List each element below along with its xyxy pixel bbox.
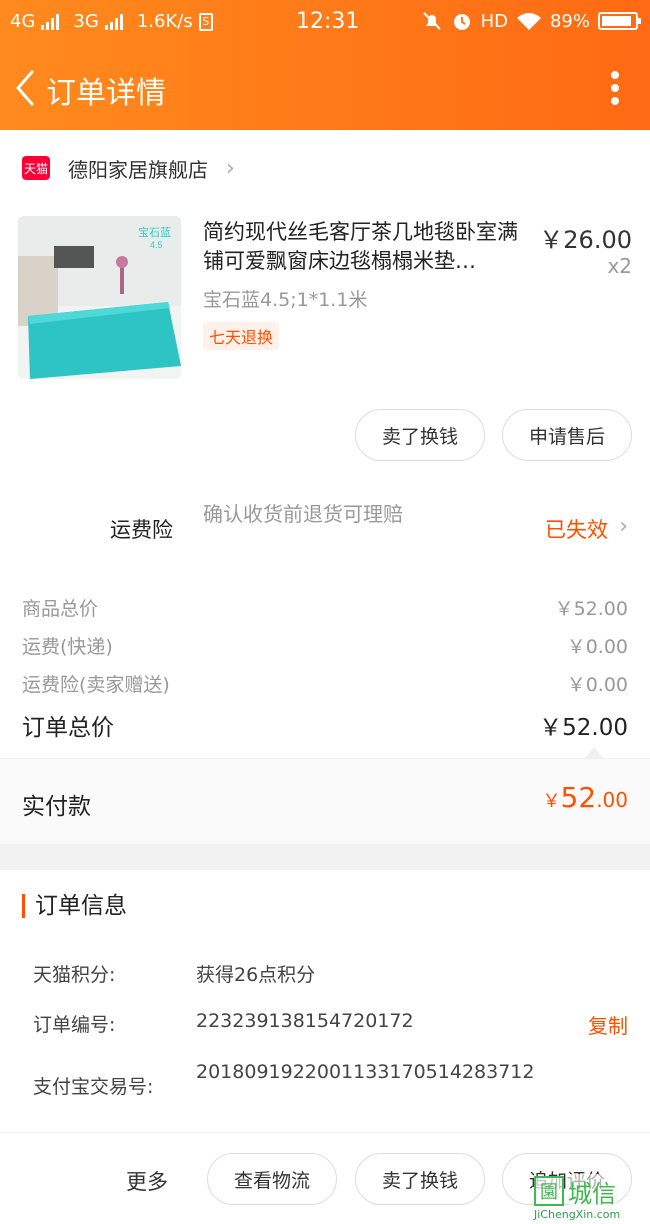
chevron-right-icon[interactable]: › bbox=[619, 514, 628, 539]
section-divider bbox=[0, 844, 650, 870]
hd-indicator: HD bbox=[480, 10, 508, 32]
order-info-title: 订单信息 bbox=[22, 894, 127, 918]
fee-row-goods-total: 商品总价 ￥52.00 bbox=[22, 594, 628, 621]
shipping-insurance-label: 运费险 bbox=[110, 518, 173, 542]
order-total-row: 订单总价 ￥52.00 bbox=[22, 708, 628, 742]
shop-row[interactable]: 天猫 德阳家居旗舰店 › bbox=[22, 152, 235, 184]
status-bar: 4G 3G 1.6K/s S 12:31 HD 89% bbox=[0, 0, 650, 44]
shop-name: 德阳家居旗舰店 bbox=[68, 157, 208, 182]
tmall-badge-icon: 天猫 bbox=[22, 156, 50, 180]
fee-value: ￥52.00 bbox=[554, 598, 628, 620]
sim-icon: S bbox=[198, 12, 213, 31]
mute-bell-icon bbox=[422, 12, 441, 30]
back-arrow-icon[interactable] bbox=[12, 68, 40, 108]
network-speed: 1.6K/s bbox=[136, 11, 193, 32]
more-menu-icon[interactable] bbox=[610, 70, 620, 106]
status-time: 12:31 bbox=[296, 9, 360, 34]
watermark-logo-icon: 園 bbox=[534, 1176, 564, 1206]
alipay-trade-number-value: 2018091922001133170514283712 bbox=[196, 1061, 535, 1083]
fee-row-insurance: 运费险(卖家赠送) ￥0.00 bbox=[22, 670, 628, 697]
app-header: 4G 3G 1.6K/s S 12:31 HD 89% 订单详情 bbox=[0, 0, 650, 130]
paid-label: 实付款 bbox=[22, 794, 91, 820]
apply-aftersale-button[interactable]: 申请售后 bbox=[502, 409, 632, 461]
order-total-label: 订单总价 bbox=[22, 715, 114, 741]
fee-label: 商品总价 bbox=[22, 598, 99, 620]
signal-icon-2 bbox=[104, 13, 123, 30]
fee-row-shipping: 运费(快递) ￥0.00 bbox=[22, 632, 628, 659]
network-type-1: 4G bbox=[10, 11, 36, 32]
sell-for-cash-button[interactable]: 卖了换钱 bbox=[355, 409, 485, 461]
paid-amount-box: 实付款 ￥52.00 bbox=[0, 758, 650, 844]
return-policy-badge: 七天退换 bbox=[203, 322, 280, 350]
shipping-insurance-description: 确认收货前退货可理赔 bbox=[203, 502, 403, 526]
order-number-label: 订单编号: bbox=[33, 1014, 116, 1036]
points-label: 天猫积分: bbox=[33, 964, 116, 986]
svg-text:4.5: 4.5 bbox=[150, 240, 163, 250]
network-type-2: 3G bbox=[73, 11, 99, 32]
copy-order-number-button[interactable]: 复制 bbox=[588, 1010, 628, 1039]
shipping-insurance-status[interactable]: 已失效 bbox=[545, 514, 608, 544]
alipay-trade-number-label: 支付宝交易号: bbox=[33, 1076, 154, 1098]
fee-value: ￥0.00 bbox=[566, 674, 628, 696]
alarm-icon bbox=[453, 14, 470, 30]
svg-text:宝石蓝: 宝石蓝 bbox=[138, 225, 171, 239]
product-title[interactable]: 简约现代丝毛客厅茶几地毯卧室满铺可爱飘窗床边毯榻榻米垫… bbox=[203, 218, 535, 276]
watermark-url: JiChengXin.com bbox=[534, 1208, 621, 1221]
watermark-text: 城信 bbox=[568, 1174, 616, 1209]
product-price: ￥26.00 bbox=[539, 226, 632, 254]
chevron-right-icon: › bbox=[226, 155, 235, 181]
nav-bar: 订单详情 bbox=[0, 60, 650, 116]
signal-icon bbox=[41, 13, 60, 30]
more-actions-button[interactable]: 更多 bbox=[126, 1166, 168, 1196]
fee-value: ￥0.00 bbox=[566, 636, 628, 658]
order-total-value: ￥52.00 bbox=[539, 715, 628, 741]
battery-icon bbox=[598, 12, 641, 30]
watermark: 園 城信 JiChengXin.com bbox=[532, 1174, 650, 1224]
fee-label: 运费险(卖家赠送) bbox=[22, 674, 170, 696]
view-logistics-button[interactable]: 查看物流 bbox=[207, 1153, 337, 1205]
product-sku: 宝石蓝4.5;1*1.1米 bbox=[203, 289, 368, 311]
rug-image: 宝石蓝 4.5 bbox=[18, 216, 181, 379]
battery-percent: 89% bbox=[549, 10, 590, 32]
page-title: 订单详情 bbox=[46, 76, 166, 111]
sell-for-cash-button-bottom[interactable]: 卖了换钱 bbox=[355, 1153, 485, 1205]
footer-divider bbox=[0, 1132, 650, 1133]
product-thumbnail[interactable]: 宝石蓝 4.5 bbox=[18, 216, 181, 379]
order-number-value: 223239138154720172 bbox=[196, 1010, 414, 1032]
wifi-icon bbox=[516, 13, 541, 30]
points-value: 获得26点积分 bbox=[196, 964, 316, 986]
paid-amount: ￥52.00 bbox=[542, 781, 628, 814]
product-quantity: x2 bbox=[607, 254, 632, 278]
fee-label: 运费(快递) bbox=[22, 636, 113, 658]
